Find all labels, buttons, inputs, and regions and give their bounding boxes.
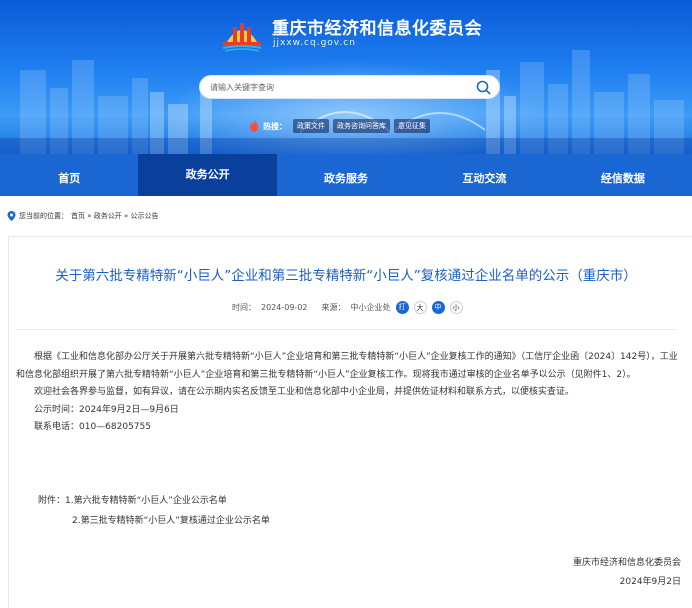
hot-search-label: 热搜： bbox=[263, 121, 287, 131]
font-large-button[interactable]: 大 bbox=[413, 301, 427, 314]
site-url: jjxxw.cq.gov.cn bbox=[273, 38, 356, 48]
breadcrumb-path[interactable]: 首页 » 政务公开 » 公示公告 bbox=[71, 211, 158, 221]
hot-tag-opinion[interactable]: 意见征集 bbox=[394, 119, 430, 133]
header-banner: 重庆市经济和信息化委员会 jjxxw.cq.gov.cn 热搜： 政策文件 政务… bbox=[0, 0, 692, 154]
paragraph-contact: 联系电话：010—68205755 bbox=[34, 422, 151, 432]
source-value: 中小企业处 bbox=[350, 303, 391, 312]
print-button[interactable]: 打 bbox=[395, 301, 409, 314]
attachment-link-1[interactable]: 附件：1.第六批专精特新“小巨人”企业公示名单 bbox=[38, 493, 227, 506]
nav-item-gov-service[interactable]: 政务服务 bbox=[277, 154, 415, 196]
hot-search: 热搜： 政策文件 政务咨询问答库 意见征集 bbox=[249, 119, 430, 133]
search-icon[interactable] bbox=[476, 80, 491, 95]
article-meta: 时间： 2024-09-02 来源： 中小企业处 打 大 中 小 bbox=[232, 301, 463, 314]
signature-date: 2024年9月2日 bbox=[619, 577, 681, 587]
search-box[interactable] bbox=[199, 75, 500, 99]
font-small-button[interactable]: 小 bbox=[449, 301, 463, 314]
hot-tag-qa[interactable]: 政务咨询问答库 bbox=[333, 119, 390, 133]
paragraph-supervision: 欢迎社会各界参与监督，如有异议，请在公示期内实名反馈至工业和信息化部中小企业局，… bbox=[34, 387, 575, 397]
site-logo-icon bbox=[222, 23, 262, 52]
paragraph-period: 公示时间：2024年9月2日—9月6日 bbox=[34, 404, 179, 415]
hot-tag-policy[interactable]: 政策文件 bbox=[293, 119, 329, 133]
search-input[interactable] bbox=[210, 79, 460, 96]
breadcrumb: 您当前的位置： 首页 » 政务公开 » 公示公告 bbox=[7, 211, 158, 221]
attachment-link-2[interactable]: 2.第三批专精特新“小巨人”复核通过企业公示名单 bbox=[72, 513, 270, 526]
fire-icon bbox=[250, 120, 258, 132]
font-medium-button[interactable]: 中 bbox=[431, 301, 445, 314]
paragraph-basis: 根据《工业和信息化部办公厅关于开展第六批专精特新“小巨人”企业培育和第三批专精特… bbox=[16, 352, 678, 380]
main-nav: 首页 政务公开 政务服务 互动交流 经信数据 bbox=[0, 154, 692, 196]
source-label: 来源： bbox=[321, 303, 346, 312]
site-title: 重庆市经济和信息化委员会 bbox=[272, 19, 482, 39]
article-body: 根据《工业和信息化部办公厅关于开展第六批专精特新“小巨人”企业培育和第三批专精特… bbox=[16, 349, 678, 437]
meta-divider bbox=[16, 329, 676, 330]
nav-item-gov-open[interactable]: 政务公开 bbox=[138, 154, 277, 196]
breadcrumb-prefix: 您当前的位置： bbox=[19, 212, 68, 220]
nav-item-data[interactable]: 经信数据 bbox=[554, 154, 692, 196]
time-label: 时间： bbox=[232, 303, 256, 312]
signature-org: 重庆市经济和信息化委员会 bbox=[572, 558, 681, 568]
location-pin-icon bbox=[7, 211, 16, 221]
time-value: 2024-09-02 bbox=[261, 303, 308, 312]
nav-item-home[interactable]: 首页 bbox=[0, 154, 138, 196]
nav-item-interaction[interactable]: 互动交流 bbox=[415, 154, 553, 196]
article-title: 关于第六批专精特新“小巨人”企业和第三批专精特新“小巨人”复核通过企业名单的公示… bbox=[55, 268, 637, 284]
